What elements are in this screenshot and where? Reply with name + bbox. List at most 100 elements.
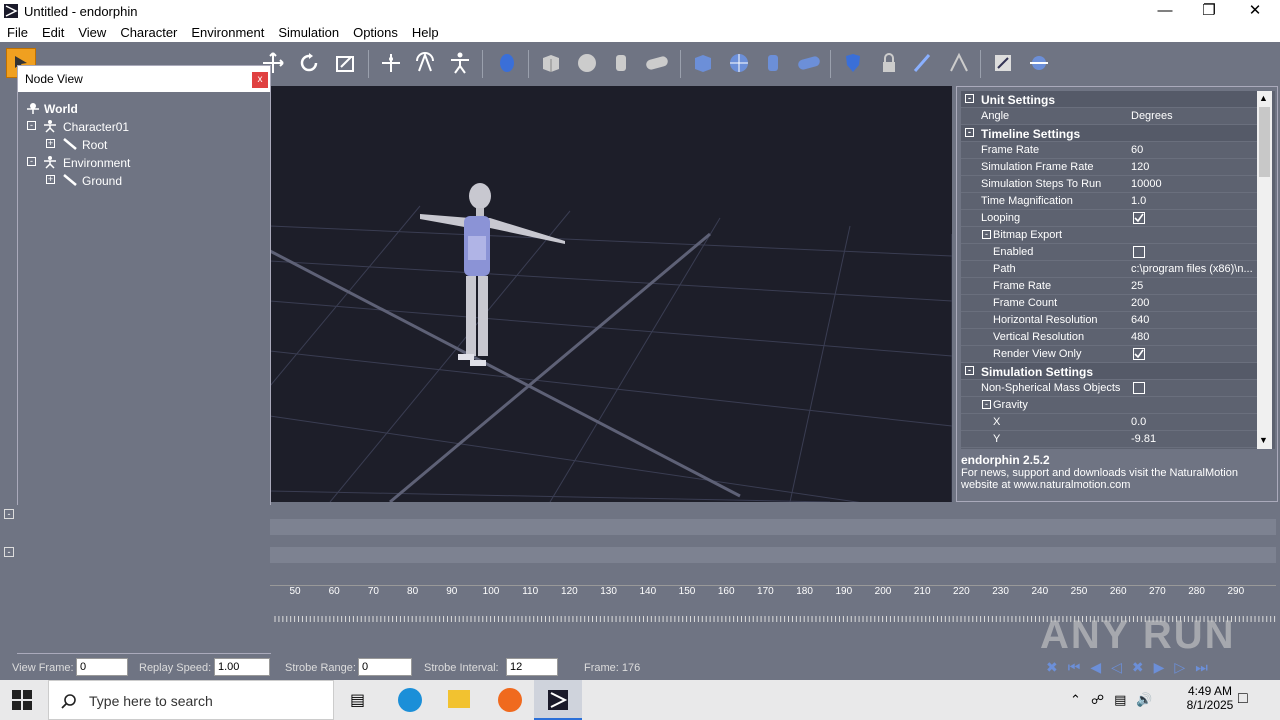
minimize-button[interactable]: — — [1142, 0, 1188, 22]
row-render-view-only[interactable]: Render View Only — [961, 346, 1259, 363]
cylinder-blue-icon[interactable] — [758, 48, 788, 78]
timeline-track-1[interactable] — [270, 519, 1276, 535]
menu-view[interactable]: View — [71, 22, 113, 42]
step-forward-icon[interactable]: ▷ — [1174, 659, 1185, 676]
rotate-character-icon[interactable] — [410, 48, 440, 78]
play-icon[interactable]: ▶ — [1154, 659, 1165, 676]
row-vertical-resolution[interactable]: Vertical Resolution 480 — [961, 329, 1259, 346]
row-looping[interactable]: Looping — [961, 210, 1259, 227]
row-non-spherical[interactable]: Non-Spherical Mass Objects — [961, 380, 1259, 397]
timeline-collapse-icon[interactable]: - — [4, 547, 14, 557]
menu-character[interactable]: Character — [113, 22, 184, 42]
lock-icon[interactable] — [874, 48, 904, 78]
row-angle[interactable]: Angle Degrees — [961, 108, 1259, 125]
timeline-area[interactable]: - - 50 60 70 80 90 100 110 120 130 140 150 160 170 18… — [0, 505, 1280, 657]
character-pose-icon[interactable] — [445, 48, 475, 78]
file-explorer-icon[interactable] — [448, 690, 470, 708]
strobe-range-input[interactable]: 0 — [358, 658, 412, 676]
shield-icon[interactable] — [838, 48, 868, 78]
capsule-icon[interactable] — [642, 48, 672, 78]
firefox-icon[interactable] — [498, 688, 522, 712]
play-back-icon[interactable]: ◁ — [1111, 659, 1122, 676]
row-bitmap-export[interactable]: - Bitmap Export — [961, 227, 1259, 244]
row-frame-count[interactable]: Frame Count 200 — [961, 295, 1259, 312]
rotate-tool-icon[interactable] — [294, 48, 324, 78]
search-box[interactable]: Type here to search — [48, 680, 334, 720]
endorphin-taskbar-button[interactable] — [534, 680, 582, 720]
row-horizontal-resolution[interactable]: Horizontal Resolution 640 — [961, 312, 1259, 329]
expand-icon[interactable]: + — [46, 175, 55, 184]
endorphin-logo-icon — [4, 4, 18, 18]
collapse-icon[interactable]: - — [27, 121, 36, 130]
row-sim-steps[interactable]: Simulation Steps To Run 10000 — [961, 176, 1259, 193]
stop-icon[interactable]: ✖ — [1132, 659, 1144, 676]
network-icon[interactable]: ☍ — [1091, 692, 1104, 708]
box-blue-icon[interactable] — [688, 48, 718, 78]
replay-speed-input[interactable]: 1.00 — [214, 658, 270, 676]
properties-scrollbar[interactable]: ▲ ▼ — [1257, 91, 1272, 449]
plugin-icon[interactable] — [1024, 48, 1054, 78]
row-enabled[interactable]: Enabled — [961, 244, 1259, 261]
notifications-icon[interactable]: □ — [1238, 690, 1248, 708]
row-frame-rate[interactable]: Frame Rate 60 — [961, 142, 1259, 159]
expand-icon[interactable]: + — [46, 139, 55, 148]
capsule-blue-icon[interactable] — [794, 48, 824, 78]
task-view-icon[interactable]: ▤ — [350, 690, 365, 710]
search-placeholder: Type here to search — [89, 693, 213, 709]
timeline-collapse-icon[interactable]: - — [4, 509, 14, 519]
section-timeline-settings[interactable]: - Timeline Settings — [961, 125, 1259, 142]
scroll-up-icon[interactable]: ▲ — [1259, 93, 1268, 103]
first-frame-icon[interactable]: ⏮ — [1068, 659, 1081, 676]
bone-icon — [63, 138, 77, 150]
move-character-icon[interactable] — [376, 48, 406, 78]
menu-edit[interactable]: Edit — [35, 22, 71, 42]
scale-tool-icon[interactable] — [330, 48, 360, 78]
menu-simulation[interactable]: Simulation — [271, 22, 346, 42]
row-gravity[interactable]: - Gravity — [961, 397, 1259, 414]
view-frame-input[interactable]: 0 — [76, 658, 128, 676]
node-view-close-button[interactable]: x — [252, 72, 268, 88]
collapse-icon[interactable]: - — [27, 157, 36, 166]
row-sim-frame-rate[interactable]: Simulation Frame Rate 120 — [961, 159, 1259, 176]
render-viewport[interactable] — [270, 86, 952, 502]
endorphin-app-icon — [548, 690, 568, 710]
row-gravity-y[interactable]: Y -9.81 — [961, 431, 1259, 448]
timeline-track-2[interactable] — [270, 547, 1276, 563]
menu-options[interactable]: Options — [346, 22, 405, 42]
windows-start-icon[interactable] — [12, 690, 32, 713]
row-time-magnification[interactable]: Time Magnification 1.0 — [961, 193, 1259, 210]
close-window-button[interactable]: ✕ — [1232, 0, 1278, 22]
properties-panel: - Unit Settings Angle Degrees - Timeline Se… — [956, 86, 1278, 502]
row-path[interactable]: Path c:\program files (x86)\n... — [961, 261, 1259, 278]
scroll-down-icon[interactable]: ▼ — [1259, 435, 1268, 445]
row-bitmap-frame-rate[interactable]: Frame Rate 25 — [961, 278, 1259, 295]
constraint-icon[interactable] — [944, 48, 974, 78]
looping-checkbox[interactable] — [1133, 212, 1145, 224]
menu-help[interactable]: Help — [405, 22, 446, 42]
non-spherical-checkbox[interactable] — [1133, 382, 1145, 394]
pen-icon[interactable] — [908, 48, 938, 78]
globe-icon[interactable] — [724, 48, 754, 78]
scroll-thumb[interactable] — [1259, 107, 1270, 177]
chevron-up-icon[interactable]: ⌃ — [1070, 692, 1081, 708]
menu-file[interactable]: File — [0, 22, 35, 42]
section-simulation-settings[interactable]: - Simulation Settings — [961, 363, 1259, 380]
export-icon[interactable] — [988, 48, 1018, 78]
sphere-icon[interactable] — [572, 48, 602, 78]
edge-icon[interactable] — [398, 688, 422, 712]
render-view-checkbox[interactable] — [1133, 348, 1145, 360]
row-gravity-x[interactable]: X 0.0 — [961, 414, 1259, 431]
box-icon[interactable] — [536, 48, 566, 78]
wifi-icon[interactable]: ▤ — [1114, 692, 1126, 708]
strobe-interval-input[interactable]: 12 — [506, 658, 558, 676]
maximize-button[interactable]: ❐ — [1186, 0, 1232, 22]
cylinder-icon[interactable] — [606, 48, 636, 78]
loop-icon[interactable]: ✖ — [1046, 659, 1058, 676]
head-icon[interactable] — [492, 48, 522, 78]
last-frame-icon[interactable]: ⏭ — [1195, 659, 1208, 676]
volume-icon[interactable]: 🔊 — [1136, 692, 1152, 708]
enabled-checkbox[interactable] — [1133, 246, 1145, 258]
section-unit-settings[interactable]: - Unit Settings — [961, 91, 1259, 108]
step-back-icon[interactable]: ◀ — [1090, 659, 1101, 676]
menu-environment[interactable]: Environment — [184, 22, 271, 42]
